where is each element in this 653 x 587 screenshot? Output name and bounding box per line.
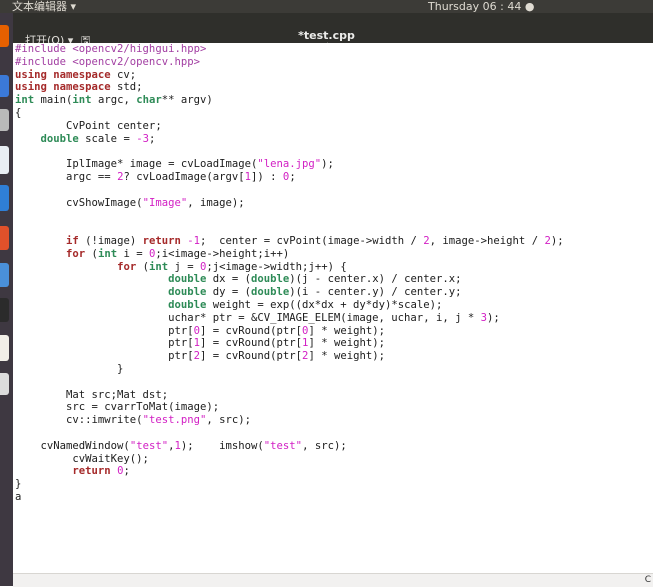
code-line: cvShowImage("Image", image); bbox=[15, 196, 245, 209]
chromium-icon[interactable] bbox=[0, 75, 9, 97]
code-line: #include <opencv2/opencv.hpp> bbox=[15, 55, 200, 68]
code-line: a bbox=[15, 490, 22, 503]
text-editor-icon[interactable] bbox=[0, 335, 9, 361]
code-line: int main(int argc, char** argv) bbox=[15, 94, 213, 107]
code-line: { bbox=[15, 106, 22, 119]
code-line: ptr[1] = cvRound(ptr[1] * weight); bbox=[15, 337, 385, 350]
code-line: cv::imwrite("test.png", src); bbox=[15, 414, 251, 427]
firefox-icon[interactable] bbox=[0, 25, 9, 47]
trash-icon[interactable] bbox=[0, 373, 9, 395]
code-line: ptr[0] = cvRound(ptr[0] * weight); bbox=[15, 324, 385, 337]
app-menu[interactable]: 文本编辑器 ▾ bbox=[12, 0, 76, 13]
code-line: ptr[2] = cvRound(ptr[2] * weight); bbox=[15, 350, 385, 363]
help-icon[interactable] bbox=[0, 263, 9, 287]
code-line: double dx = (double)(j - center.x) / cen… bbox=[168, 273, 462, 286]
files-icon[interactable] bbox=[0, 109, 9, 131]
code-view[interactable]: #include <opencv2/highgui.hpp> #include <… bbox=[13, 43, 653, 504]
code-line: IplImage* image = cvLoadImage("lena.jpg"… bbox=[15, 158, 334, 171]
code-line: double dy = (double)(i - center.y) / cen… bbox=[168, 286, 462, 299]
code-line: #include <opencv2/highgui.hpp> bbox=[15, 43, 207, 55]
code-line: using namespace cv; bbox=[15, 68, 137, 81]
statusbar: C bbox=[13, 573, 653, 587]
document-icon[interactable] bbox=[0, 146, 9, 174]
code-line: CvPoint center; bbox=[15, 119, 162, 132]
code-line: argc == 2? cvLoadImage(argv[1]) : 0; bbox=[15, 170, 296, 183]
top-panel: 文本编辑器 ▾ Thursday 06 : 44 ● bbox=[0, 0, 653, 13]
code-line: for (int i = 0;i<image->height;i++) bbox=[66, 247, 290, 260]
document-title: *test.cpp bbox=[298, 29, 355, 42]
code-line: } bbox=[15, 362, 124, 375]
code-line: cvNamedWindow("test",1); imshow("test", … bbox=[15, 439, 347, 452]
terminal-icon[interactable] bbox=[0, 298, 9, 322]
code-line: uchar* ptr = &CV_IMAGE_ELEM(image, uchar… bbox=[15, 311, 500, 324]
code-line: } bbox=[15, 478, 22, 491]
clock[interactable]: Thursday 06 : 44 ● bbox=[428, 0, 534, 13]
code-line: return 0; bbox=[72, 465, 130, 478]
software-center-icon[interactable] bbox=[0, 226, 9, 250]
code-line: src = cvarrToMat(image); bbox=[15, 401, 220, 414]
writer-icon[interactable] bbox=[0, 185, 9, 211]
code-line: for (int j = 0;j<image->width;j++) { bbox=[117, 260, 347, 273]
launcher bbox=[0, 13, 13, 586]
code-line: using namespace std; bbox=[15, 81, 143, 94]
code-line: double scale = -3; bbox=[40, 132, 156, 145]
headerbar: 打开(O) ▾ 🖫 *test.cpp / bbox=[0, 13, 653, 52]
code-line: double weight = exp((dx*dx + dy*dy)*scal… bbox=[168, 298, 443, 311]
code-line: if (!image) return -1; center = cvPoint(… bbox=[66, 234, 564, 247]
code-line: cvWaitKey(); bbox=[15, 452, 149, 465]
code-line: Mat src;Mat dst; bbox=[15, 388, 169, 401]
editor[interactable]: #include <opencv2/highgui.hpp> #include <… bbox=[13, 43, 653, 573]
status-text: C bbox=[644, 575, 651, 585]
